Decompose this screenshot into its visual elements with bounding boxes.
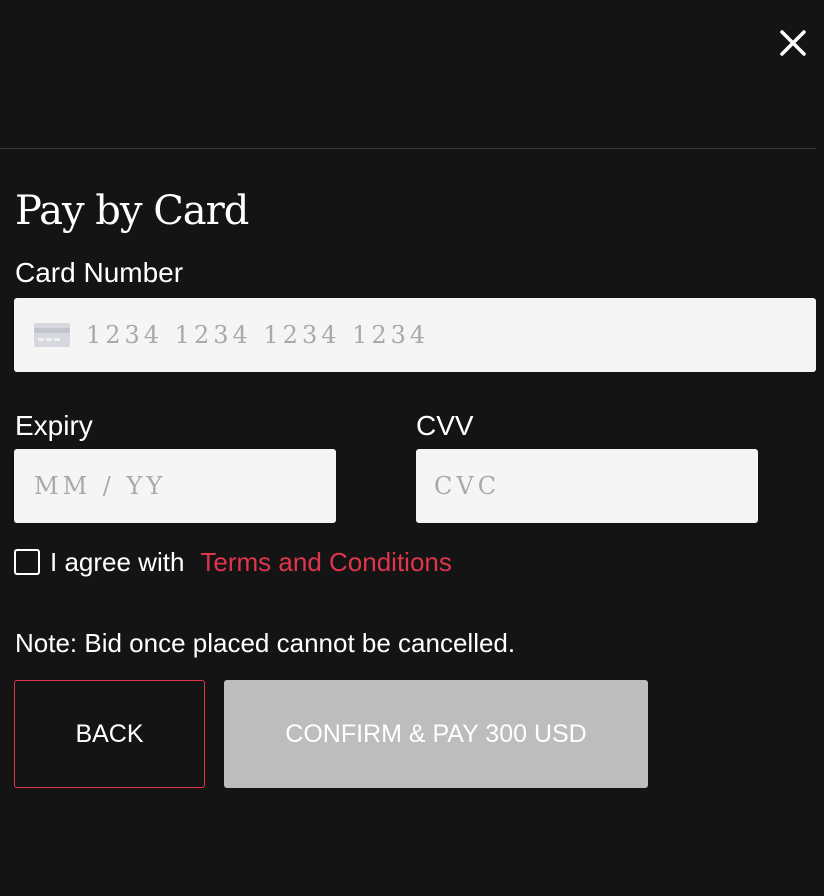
- card-number-label: Card Number: [15, 257, 184, 288]
- header-divider: [0, 148, 816, 149]
- expiry-input[interactable]: [34, 449, 337, 523]
- cvv-field[interactable]: [416, 449, 758, 523]
- close-icon: [776, 26, 810, 60]
- payment-modal: Pay by Card Card Number Expiry CVV I agr…: [0, 0, 824, 896]
- bid-note: Note: Bid once placed cannot be cancelle…: [15, 628, 516, 658]
- card-number-field[interactable]: [14, 298, 816, 372]
- cvv-input[interactable]: [434, 449, 758, 523]
- confirm-pay-button[interactable]: CONFIRM & PAY 300 USD: [224, 680, 648, 788]
- card-number-input[interactable]: [86, 298, 816, 372]
- credit-card-icon: [34, 323, 70, 347]
- back-button-label: BACK: [75, 719, 144, 748]
- terms-link[interactable]: Terms and Conditions: [200, 547, 451, 578]
- terms-agreement-row: I agree with Terms and Conditions: [14, 545, 452, 579]
- agree-text: I agree with: [50, 546, 185, 577]
- page-title: Pay by Card: [15, 188, 249, 234]
- confirm-pay-button-label: CONFIRM & PAY 300 USD: [285, 719, 587, 748]
- expiry-label: Expiry: [15, 410, 93, 441]
- expiry-field[interactable]: [14, 449, 337, 523]
- close-button[interactable]: [776, 26, 810, 60]
- terms-checkbox[interactable]: [14, 549, 40, 575]
- back-button[interactable]: BACK: [14, 680, 205, 788]
- cvv-label: CVV: [416, 410, 474, 441]
